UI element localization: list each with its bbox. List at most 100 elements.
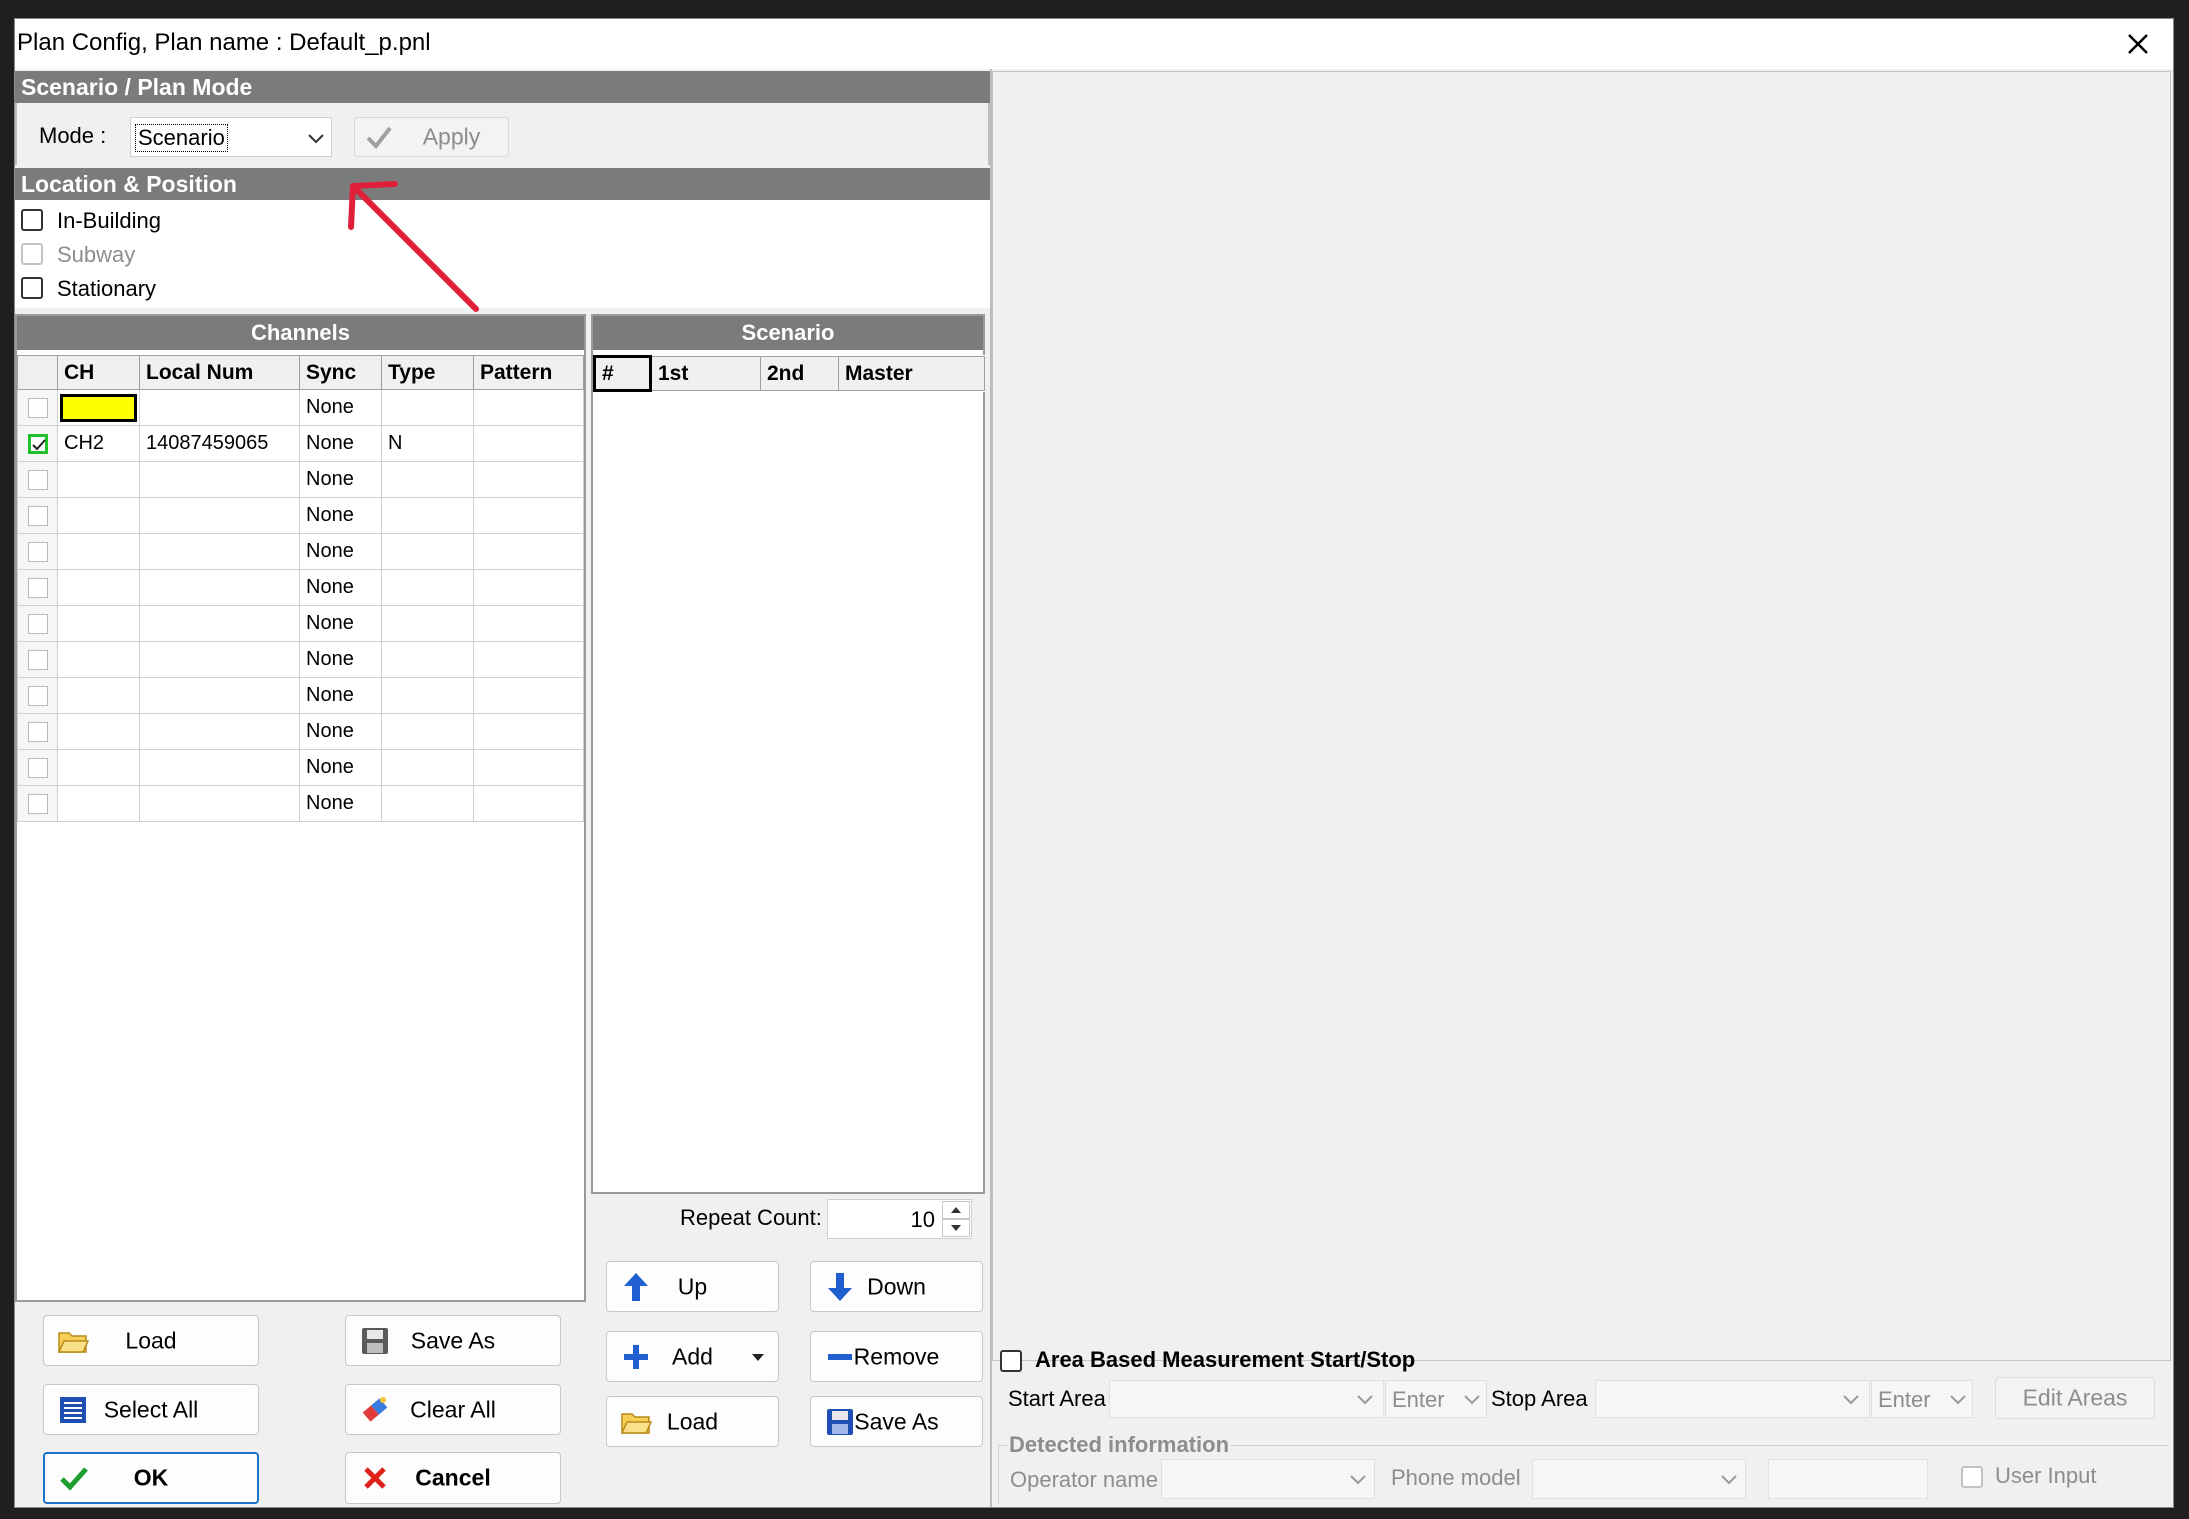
type-cell[interactable]: N xyxy=(381,425,474,462)
phone-model-input[interactable] xyxy=(1768,1459,1928,1499)
apply-button[interactable]: Apply xyxy=(354,117,509,157)
table-row[interactable]: None xyxy=(17,461,584,498)
stop-enter-select[interactable]: Enter xyxy=(1871,1380,1973,1418)
scenario-load-button[interactable]: Load xyxy=(606,1396,779,1447)
sync-cell[interactable]: None xyxy=(299,425,382,462)
ch-cell[interactable] xyxy=(57,569,140,606)
ch-cell[interactable] xyxy=(57,605,140,642)
pattern-cell[interactable] xyxy=(473,713,584,750)
column-header-type[interactable]: Type xyxy=(381,355,474,390)
sync-cell[interactable]: None xyxy=(299,605,382,642)
clear-all-button[interactable]: Clear All xyxy=(345,1384,561,1435)
table-row[interactable]: None xyxy=(17,785,584,822)
pattern-cell[interactable] xyxy=(473,389,584,426)
row-checkbox-cell[interactable] xyxy=(17,425,58,462)
subway-checkbox[interactable] xyxy=(21,243,43,265)
type-cell[interactable] xyxy=(381,785,474,822)
sync-cell[interactable]: None xyxy=(299,749,382,786)
pattern-cell[interactable] xyxy=(473,785,584,822)
table-row[interactable]: None xyxy=(17,605,584,642)
type-cell[interactable] xyxy=(381,389,474,426)
column-header-ch[interactable]: CH xyxy=(57,355,140,390)
column-header-local-num[interactable]: Local Num xyxy=(139,355,300,390)
local-num-cell[interactable] xyxy=(139,677,300,714)
type-cell[interactable] xyxy=(381,605,474,642)
stop-area-select[interactable] xyxy=(1595,1380,1870,1418)
row-checkbox[interactable] xyxy=(27,793,48,814)
start-area-select[interactable] xyxy=(1109,1380,1384,1418)
type-cell[interactable] xyxy=(381,641,474,678)
down-button[interactable]: Down xyxy=(810,1261,983,1312)
sync-cell[interactable]: None xyxy=(299,497,382,534)
type-cell[interactable] xyxy=(381,713,474,750)
sync-cell[interactable]: None xyxy=(299,461,382,498)
table-row[interactable]: None xyxy=(17,713,584,750)
row-checkbox-cell[interactable] xyxy=(17,461,58,498)
pattern-cell[interactable] xyxy=(473,569,584,606)
row-checkbox-cell[interactable] xyxy=(17,533,58,570)
pattern-cell[interactable] xyxy=(473,533,584,570)
pattern-cell[interactable] xyxy=(473,605,584,642)
row-checkbox[interactable] xyxy=(27,505,48,526)
cancel-button[interactable]: Cancel xyxy=(345,1452,561,1504)
sync-cell[interactable]: None xyxy=(299,713,382,750)
row-checkbox[interactable] xyxy=(27,577,48,598)
close-button[interactable] xyxy=(2103,19,2173,69)
row-checkbox[interactable] xyxy=(27,613,48,634)
local-num-cell[interactable] xyxy=(139,713,300,750)
channels-save-as-button[interactable]: Save As xyxy=(345,1315,561,1366)
ch-cell[interactable] xyxy=(57,533,140,570)
local-num-cell[interactable] xyxy=(139,389,300,426)
column-header-sync[interactable]: Sync xyxy=(299,355,382,390)
ch-cell[interactable] xyxy=(57,713,140,750)
local-num-cell[interactable] xyxy=(139,785,300,822)
local-num-cell[interactable] xyxy=(139,569,300,606)
pattern-cell[interactable] xyxy=(473,497,584,534)
row-checkbox[interactable] xyxy=(27,757,48,778)
edit-areas-button[interactable]: Edit Areas xyxy=(1995,1377,2155,1419)
table-row[interactable]: CH2 14087459065 None N xyxy=(17,425,584,462)
ch-cell[interactable]: CH2 xyxy=(57,425,140,462)
pattern-cell[interactable] xyxy=(473,641,584,678)
local-num-cell[interactable] xyxy=(139,749,300,786)
local-num-cell[interactable] xyxy=(139,461,300,498)
type-cell[interactable] xyxy=(381,569,474,606)
select-all-button[interactable]: Select All xyxy=(43,1384,259,1435)
row-checkbox[interactable] xyxy=(27,649,48,670)
sync-cell[interactable]: None xyxy=(299,389,382,426)
type-cell[interactable] xyxy=(381,749,474,786)
start-enter-select[interactable]: Enter xyxy=(1385,1380,1487,1418)
sync-cell[interactable]: None xyxy=(299,677,382,714)
table-row[interactable]: None xyxy=(17,497,584,534)
row-checkbox-cell[interactable] xyxy=(17,605,58,642)
spinner-down-button[interactable] xyxy=(942,1219,970,1237)
ch-cell[interactable] xyxy=(57,389,140,426)
row-checkbox-cell[interactable] xyxy=(17,749,58,786)
ok-button[interactable]: OK xyxy=(43,1452,259,1504)
phone-model-select[interactable] xyxy=(1532,1459,1746,1499)
ch-cell[interactable] xyxy=(57,497,140,534)
local-num-cell[interactable] xyxy=(139,497,300,534)
sync-cell[interactable]: None xyxy=(299,533,382,570)
column-header-2nd[interactable]: 2nd xyxy=(760,356,839,391)
row-checkbox-cell[interactable] xyxy=(17,785,58,822)
table-row[interactable]: None xyxy=(17,677,584,714)
table-row[interactable]: None xyxy=(17,389,584,426)
repeat-count-spinner[interactable]: 10 xyxy=(827,1199,972,1239)
table-row[interactable]: None xyxy=(17,641,584,678)
pattern-cell[interactable] xyxy=(473,677,584,714)
row-checkbox-cell[interactable] xyxy=(17,677,58,714)
ch-cell[interactable] xyxy=(57,461,140,498)
row-checkbox-cell[interactable] xyxy=(17,497,58,534)
type-cell[interactable] xyxy=(381,497,474,534)
user-input-checkbox[interactable] xyxy=(1961,1466,1983,1488)
column-header-master[interactable]: Master xyxy=(838,356,985,391)
row-checkbox[interactable] xyxy=(27,541,48,562)
mode-select[interactable]: Scenario xyxy=(130,117,332,157)
row-checkbox-cell[interactable] xyxy=(17,389,58,426)
scenario-save-as-button[interactable]: Save As xyxy=(810,1396,983,1447)
ch-cell[interactable] xyxy=(57,749,140,786)
row-checkbox-cell[interactable] xyxy=(17,569,58,606)
local-num-cell[interactable] xyxy=(139,641,300,678)
row-checkbox[interactable] xyxy=(27,721,48,742)
